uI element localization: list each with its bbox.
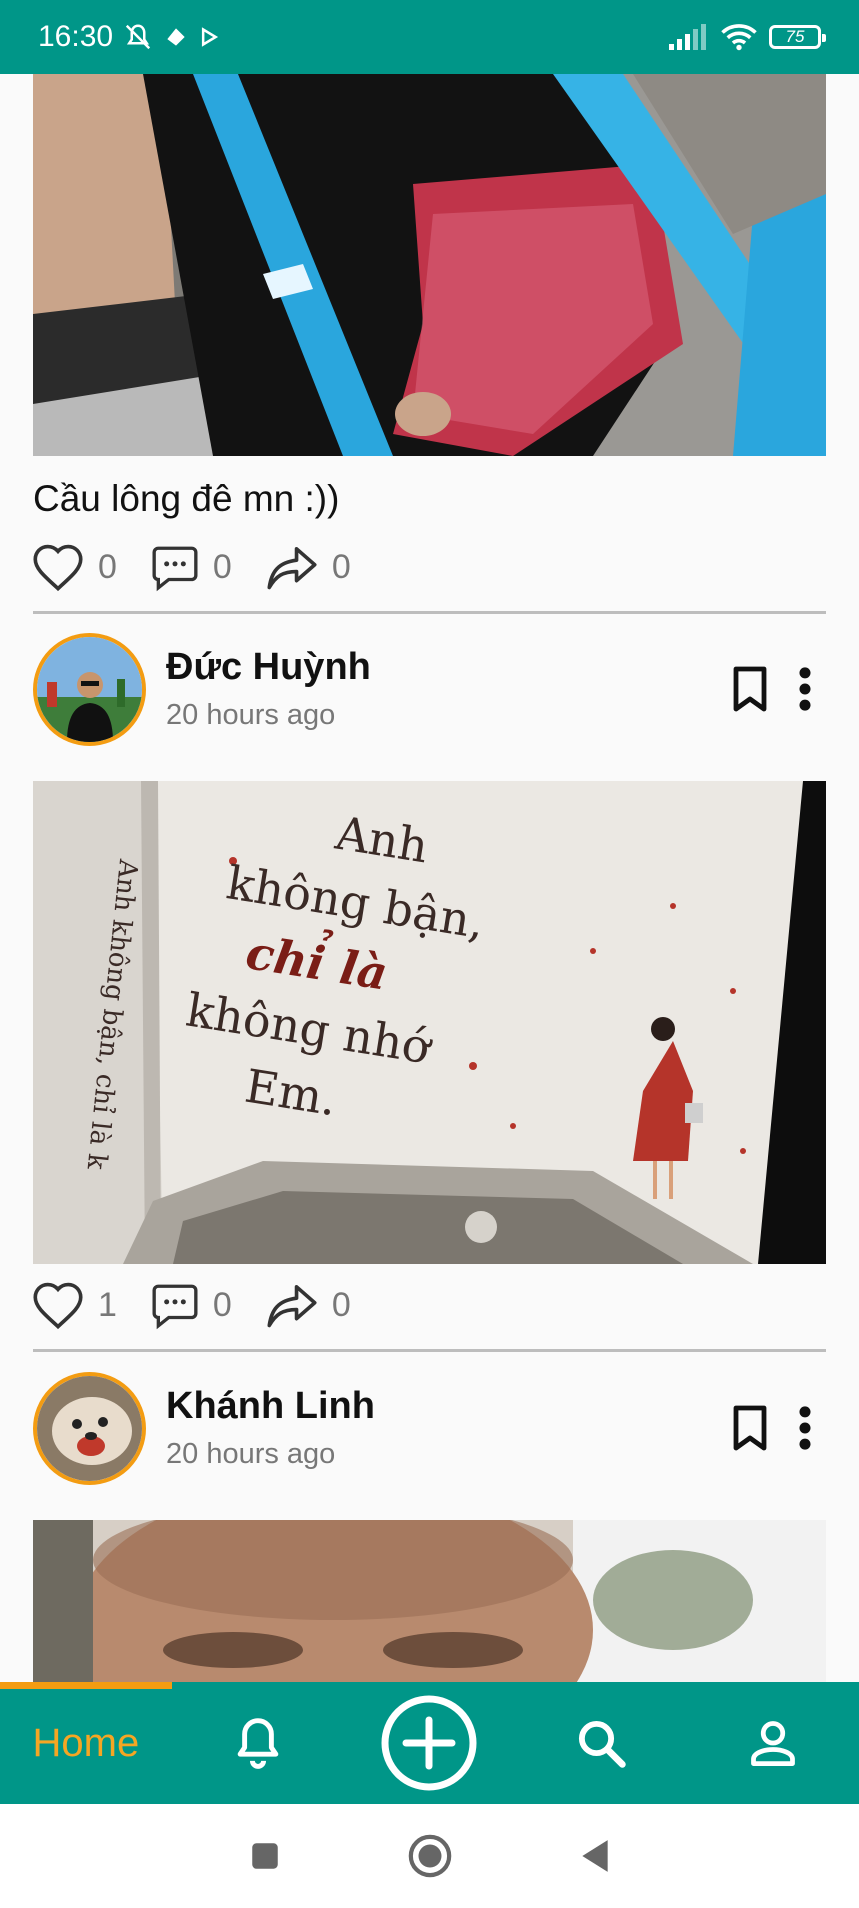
comment-count: 0	[212, 1285, 232, 1324]
status-bar: 16:30 75	[0, 0, 859, 74]
nav-profile[interactable]	[687, 1682, 859, 1804]
comment-icon	[152, 1284, 198, 1330]
post-divider	[33, 611, 826, 614]
post-time: 20 hours ago	[166, 1438, 336, 1470]
app-icon	[167, 28, 185, 46]
back-icon[interactable]	[578, 1837, 612, 1875]
share-icon	[267, 547, 317, 590]
comment-icon	[152, 546, 198, 592]
nav-search[interactable]	[515, 1682, 687, 1804]
post-time: 20 hours ago	[166, 699, 336, 731]
user-name[interactable]: Khánh Linh	[166, 1385, 375, 1428]
nav-home-label: Home	[32, 1720, 140, 1765]
play-icon	[201, 27, 219, 47]
bookmark-icon[interactable]	[730, 665, 770, 713]
share-button[interactable]: 0	[264, 1280, 351, 1330]
like-button[interactable]: 0	[30, 542, 117, 592]
person-icon	[751, 1721, 795, 1766]
like-count: 1	[98, 1285, 117, 1324]
post-image[interactable]	[33, 74, 826, 456]
battery-icon: 75	[769, 25, 826, 49]
add-circle-icon	[381, 1695, 477, 1791]
signal-icon	[669, 24, 706, 50]
heart-icon	[33, 1282, 83, 1330]
bottom-navigation: Home	[0, 1682, 859, 1804]
nav-notifications[interactable]	[172, 1682, 344, 1804]
post-divider	[33, 1349, 826, 1352]
nav-home[interactable]: Home	[0, 1682, 172, 1804]
post-header: Đức Huỳnh 20 hours ago	[33, 632, 826, 746]
comment-button[interactable]: 0	[149, 542, 232, 592]
clock: 16:30	[38, 20, 114, 53]
post-header: Khánh Linh 20 hours ago	[33, 1371, 826, 1485]
comment-button[interactable]: 0	[149, 1280, 232, 1330]
share-count: 0	[331, 1285, 351, 1324]
mute-icon	[125, 24, 151, 50]
like-count: 0	[98, 547, 117, 586]
avatar[interactable]	[33, 1371, 146, 1485]
user-name[interactable]: Đức Huỳnh	[166, 646, 371, 689]
avatar[interactable]	[33, 632, 146, 746]
active-tab-indicator	[0, 1682, 172, 1689]
bell-icon	[237, 1718, 278, 1769]
post-image[interactable]: Anh không bận, chỉ là không nhớ Em. Anh …	[33, 781, 826, 1264]
heart-icon	[33, 544, 83, 592]
more-options-icon[interactable]	[798, 1405, 812, 1451]
bookmark-icon[interactable]	[730, 1404, 770, 1452]
recents-icon[interactable]	[248, 1839, 282, 1873]
feed[interactable]: Cầu lông đê mn :)) 0 0 0 Đức Huỳnh 20 ho…	[0, 74, 859, 1682]
like-button[interactable]: 1	[30, 1280, 117, 1330]
post-actions: 1 0 0	[30, 1280, 383, 1330]
share-icon	[267, 1285, 317, 1328]
book-cover-text: Anh không bận, chỉ là không nhớ Em.	[171, 781, 499, 1151]
comment-count: 0	[212, 547, 232, 586]
share-button[interactable]: 0	[264, 542, 351, 592]
share-count: 0	[331, 547, 351, 586]
post-image[interactable]	[33, 1520, 826, 1682]
system-navigation-bar	[0, 1804, 859, 1908]
post-caption: Cầu lông đê mn :))	[33, 478, 340, 519]
search-icon	[579, 1720, 627, 1768]
nav-add-post[interactable]	[344, 1682, 516, 1804]
home-system-icon[interactable]	[407, 1833, 453, 1879]
wifi-icon	[721, 24, 757, 51]
more-options-icon[interactable]	[798, 666, 812, 712]
battery-level: 75	[785, 27, 805, 46]
post-actions: 0 0 0	[30, 542, 383, 592]
